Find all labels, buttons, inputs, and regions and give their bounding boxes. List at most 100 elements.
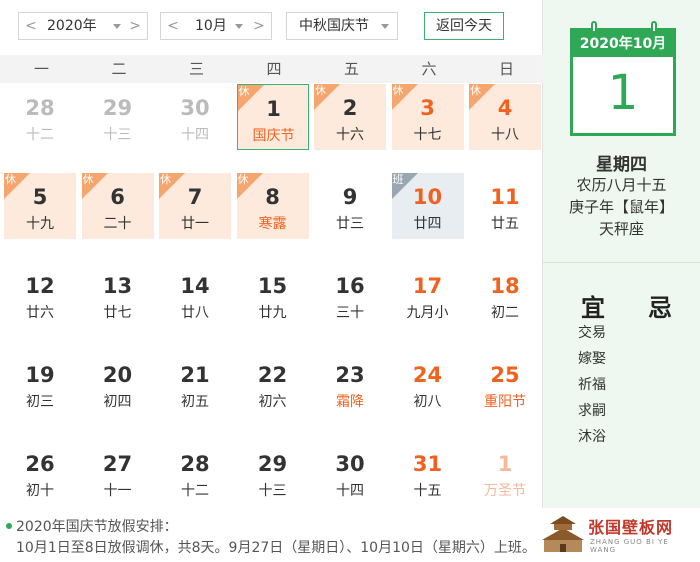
- holiday-notice: 2020年国庆节放假安排： 10月1日至8日放假调休，共8天。9月27日（星期日…: [0, 508, 700, 562]
- day-number: 28: [25, 96, 55, 120]
- lunar-label: 廿八: [181, 305, 209, 321]
- day-cell[interactable]: 9 廿三: [314, 173, 386, 239]
- day-cell[interactable]: 1 万圣节: [469, 440, 541, 506]
- day-number: 7: [187, 185, 203, 209]
- prev-month-arrow-icon[interactable]: <: [161, 13, 185, 39]
- lunar-label: 十四: [336, 483, 364, 499]
- lunar-label: 重阳节: [484, 394, 526, 410]
- day-cell[interactable]: 休 3 十七: [391, 84, 464, 150]
- weekday-label: 五: [343, 60, 359, 78]
- lunar-date: 农历八月十五: [576, 176, 667, 194]
- day-cell[interactable]: 14 廿八: [159, 262, 231, 328]
- day-cell[interactable]: 22 初六: [237, 351, 309, 417]
- day-cell[interactable]: 28 十二: [4, 84, 76, 150]
- month-select[interactable]: 10月: [195, 13, 227, 39]
- holiday-selector[interactable]: 中秋国庆节: [286, 12, 398, 40]
- lunar-label: 十二: [26, 127, 54, 143]
- prev-year-arrow-icon[interactable]: <: [19, 13, 43, 39]
- chevron-down-icon[interactable]: [113, 24, 121, 29]
- day-cell[interactable]: 15 廿九: [237, 262, 309, 328]
- day-cell[interactable]: 30 十四: [159, 84, 231, 150]
- day-cell[interactable]: 休 5 十九: [4, 173, 76, 239]
- day-number: 11: [490, 185, 520, 209]
- day-cell[interactable]: 休 4 十八: [469, 84, 541, 150]
- lunar-label: 廿五: [491, 216, 519, 232]
- yi-item: 交易: [578, 325, 606, 341]
- year-select[interactable]: 2020年: [47, 13, 97, 39]
- day-cell[interactable]: 16 三十: [314, 262, 386, 328]
- day-cell[interactable]: 20 初四: [82, 351, 154, 417]
- month-selector: < 10月 >: [160, 12, 272, 40]
- day-cell[interactable]: 休 8 寒露: [236, 173, 309, 239]
- selected-weekday: 星期四: [596, 155, 647, 175]
- day-number: 5: [32, 185, 48, 209]
- day-number: 1: [266, 97, 281, 121]
- day-number: 16: [335, 274, 365, 298]
- chevron-down-icon[interactable]: [381, 24, 389, 29]
- lunar-label: 十八: [491, 127, 519, 143]
- calendar-page-icon: 2020年10月 1: [570, 21, 676, 136]
- weekday-header: 一二三四五六日: [0, 55, 543, 83]
- day-number: 17: [412, 274, 443, 298]
- lunar-label: 初三: [26, 394, 54, 410]
- day-cell[interactable]: 24 初八: [392, 351, 464, 417]
- next-month-arrow-icon[interactable]: >: [247, 13, 271, 39]
- day-cell[interactable]: 31 十五: [392, 440, 464, 506]
- day-number: 8: [265, 185, 280, 209]
- day-cell[interactable]: 29 十三: [237, 440, 309, 506]
- lunar-label: 初八: [413, 394, 442, 410]
- day-cell[interactable]: 休 1 国庆节: [236, 84, 309, 150]
- lunar-label: 国庆节: [252, 128, 295, 144]
- yi-item: 求嗣: [578, 403, 606, 419]
- day-cell[interactable]: 13 廿七: [82, 262, 154, 328]
- day-cell[interactable]: 25 重阳节: [469, 351, 541, 417]
- day-number: 30: [335, 452, 365, 476]
- bullet-dot-icon: [6, 523, 12, 529]
- day-number: 31: [412, 452, 443, 476]
- day-cell[interactable]: 休 7 廿一: [159, 173, 231, 239]
- yi-item: 沐浴: [578, 429, 606, 445]
- day-cell[interactable]: 23 霜降: [314, 351, 386, 417]
- lunar-label: 寒露: [258, 216, 287, 232]
- day-cell[interactable]: 12 廿六: [4, 262, 76, 328]
- chevron-down-icon[interactable]: [235, 24, 243, 29]
- day-cell[interactable]: 休 6 二十: [81, 173, 154, 239]
- lunar-label: 十三: [258, 483, 287, 499]
- day-number: 25: [490, 363, 520, 387]
- lunar-label: 九月小: [406, 305, 449, 321]
- day-cell[interactable]: 班 10 廿四: [391, 173, 464, 239]
- day-cell[interactable]: 21 初五: [159, 351, 231, 417]
- day-cell[interactable]: 11 廿五: [469, 173, 541, 239]
- holiday-select[interactable]: 中秋国庆节: [299, 13, 369, 39]
- day-number: 23: [335, 363, 365, 387]
- next-year-arrow-icon[interactable]: >: [123, 13, 147, 39]
- day-number: 3: [420, 96, 435, 120]
- calendar-page-header: 2020年10月: [573, 31, 673, 57]
- day-cell[interactable]: 28 十二: [159, 440, 231, 506]
- day-cell[interactable]: 17 九月小: [392, 262, 464, 328]
- lunar-label: 十三: [103, 127, 132, 143]
- day-cell[interactable]: 29 十三: [82, 84, 154, 150]
- back-to-today-button[interactable]: 返回今天: [424, 12, 504, 40]
- day-cell[interactable]: 休 2 十六: [314, 84, 386, 150]
- day-number: 9: [342, 185, 358, 209]
- day-cell[interactable]: 26 初十: [4, 440, 76, 506]
- day-number: 6: [110, 185, 125, 209]
- weekday-label: 三: [188, 60, 204, 78]
- lunar-label: 初六: [258, 394, 287, 410]
- lunar-label: 十九: [26, 216, 54, 232]
- day-cell[interactable]: 27 十一: [82, 440, 154, 506]
- day-cell[interactable]: 18 初二: [469, 262, 541, 328]
- lunar-label: 十二: [181, 483, 209, 499]
- weekday-label: 二: [111, 60, 127, 78]
- day-cell[interactable]: 19 初三: [4, 351, 76, 417]
- yi-item: 祈福: [578, 377, 606, 393]
- site-logo: 张国壁板网 ZHANG GUO BI YE WANG: [540, 510, 696, 556]
- notice-detail: 10月1日至8日放假调休，共8天。9月27日（星期日）、10月10日（星期六）上…: [16, 540, 536, 556]
- day-number: 21: [180, 363, 210, 387]
- day-number: 13: [102, 274, 133, 298]
- day-number: 29: [102, 96, 133, 120]
- day-number: 26: [25, 452, 55, 476]
- day-number: 22: [257, 363, 288, 387]
- day-cell[interactable]: 30 十四: [314, 440, 386, 506]
